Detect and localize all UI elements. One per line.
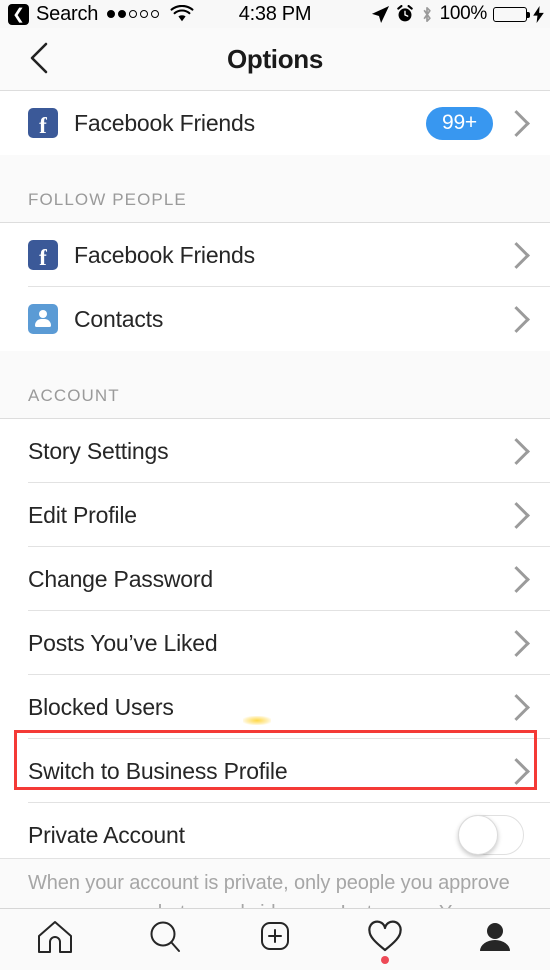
row-edit-profile[interactable]: Edit Profile [0,483,550,547]
chevron-right-icon [503,109,530,137]
row-accessories [503,437,534,465]
row-label: Change Password [28,565,213,592]
row-contacts[interactable]: Contacts [0,287,550,351]
row-label: Facebook Friends [74,241,255,268]
status-time: 4:38 PM [238,2,312,25]
facebook-icon: f [28,240,58,270]
home-icon [36,919,74,960]
row-story-settings[interactable]: Story Settings [0,419,550,483]
private-account-toggle[interactable] [458,815,524,855]
chevron-right-icon [503,305,530,333]
activity-notification-dot [381,955,389,964]
row-accessories [503,629,534,657]
heart-icon [366,920,404,959]
status-bar: ❮ Search 4:38 PM 100% [0,0,550,28]
row-label: Blocked Users [28,693,174,720]
chevron-right-icon [503,757,530,785]
row-accessories [503,565,534,593]
status-badge: 99+ [425,106,493,140]
chevron-right-icon [503,501,530,529]
chevron-right-icon [503,629,530,657]
row-accessories [503,241,534,269]
battery-icon [493,6,530,22]
contacts-person-icon [28,304,58,334]
row-facebook-friends-invite[interactable]: f Facebook Friends 99+ [0,91,550,155]
row-label: Edit Profile [28,501,137,528]
private-account-description: When your account is private, only peopl… [0,858,550,908]
chevron-right-icon [503,693,530,721]
section-header-follow-people: FOLLOW PEOPLE [0,155,550,223]
row-accessories [503,693,534,721]
tab-profile[interactable] [440,909,550,970]
facebook-icon: f [28,108,58,138]
tab-home[interactable] [0,909,110,970]
row-change-password[interactable]: Change Password [0,547,550,611]
chevron-right-icon [503,565,530,593]
row-posts-youve-liked[interactable]: Posts You’ve Liked [0,611,550,675]
tab-add-post[interactable] [220,909,330,970]
plus-square-icon [256,919,294,960]
chevron-right-icon [503,437,530,465]
row-label: Posts You’ve Liked [28,629,218,656]
row-accessories [503,757,534,785]
page-title: Options [226,44,324,74]
private-account-description-text: When your account is private, only peopl… [28,872,510,908]
tab-search[interactable] [110,909,220,970]
phone-screen: ❮ Search 4:38 PM 100% Options f Facebook… [0,0,550,970]
row-switch-to-business-profile[interactable]: Switch to Business Profile [0,739,550,803]
search-icon [146,919,184,960]
row-accessories: 99+ [425,106,534,140]
row-facebook-friends[interactable]: f Facebook Friends [0,223,550,287]
navigation-bar: Options [0,28,550,91]
row-label: Story Settings [28,437,169,464]
row-accessories [503,501,534,529]
chevron-right-icon [503,241,530,269]
tab-bar [0,908,550,970]
person-filled-icon [476,920,514,959]
section-header-account: ACCOUNT [0,351,550,419]
tab-activity[interactable] [330,909,440,970]
row-label: Contacts [74,305,164,332]
row-accessories [503,305,534,333]
options-list: f Facebook Friends 99+ FOLLOW PEOPLE f F… [0,91,550,867]
row-label: Facebook Friends [74,109,255,136]
row-accessories [458,815,534,855]
row-blocked-users[interactable]: Blocked Users [0,675,550,739]
row-label: Private Account [28,821,185,848]
row-label: Switch to Business Profile [28,757,288,784]
